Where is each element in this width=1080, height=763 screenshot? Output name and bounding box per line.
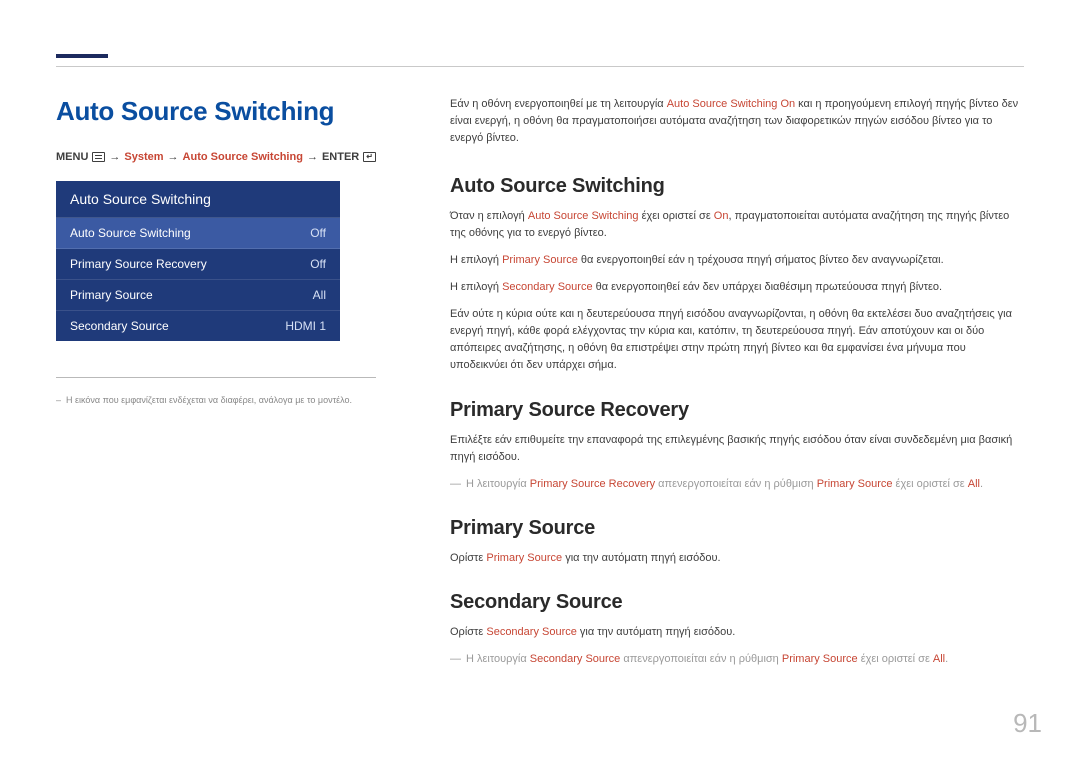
footnote-dash: –: [56, 394, 61, 408]
arrow-icon: →: [168, 151, 179, 163]
body-text: Η επιλογή Primary Source θα ενεργοποιηθε…: [450, 252, 1024, 269]
body-text: Όταν η επιλογή Auto Source Switching έχε…: [450, 208, 1024, 242]
body-text: Ορίστε Secondary Source για την αυτόματη…: [450, 624, 1024, 641]
note-text: ―Η λειτουργία Secondary Source απενεργοπ…: [450, 651, 1024, 668]
section-heading-recovery: Primary Source Recovery: [450, 399, 1024, 422]
content-column: Εάν η οθόνη ενεργοποιηθεί με τη λειτουργ…: [450, 96, 1024, 668]
body-text: Επιλέξτε εάν επιθυμείτε την επαναφορά τη…: [450, 432, 1024, 466]
footnote-block: – Η εικόνα που εμφανίζεται ενδέχεται να …: [56, 377, 376, 408]
page-number: 91: [1013, 708, 1042, 739]
settings-menu-row[interactable]: Secondary Source HDMI 1: [56, 311, 340, 341]
header-rule: [56, 66, 1024, 67]
breadcrumb-menu: MENU: [56, 151, 88, 163]
body-text: Η επιλογή Secondary Source θα ενεργοποιη…: [450, 279, 1024, 296]
breadcrumb-auto: Auto Source Switching: [183, 151, 303, 163]
arrow-icon: →: [307, 151, 318, 163]
header-marker: [56, 54, 108, 58]
body-text: Εάν ούτε η κύρια ούτε και η δευτερεύουσα…: [450, 306, 1024, 374]
left-column: Auto Source Switching MENU → System → Au…: [56, 96, 401, 408]
menu-icon: [92, 152, 105, 162]
settings-menu-row[interactable]: Auto Source Switching Off: [56, 218, 340, 249]
settings-menu: Auto Source Switching Auto Source Switch…: [56, 181, 340, 341]
intro-paragraph: Εάν η οθόνη ενεργοποιηθεί με τη λειτουργ…: [450, 96, 1024, 147]
settings-menu-row[interactable]: Primary Source Recovery Off: [56, 249, 340, 280]
page-title: Auto Source Switching: [56, 96, 401, 127]
settings-menu-header: Auto Source Switching: [56, 181, 340, 218]
breadcrumb-enter: ENTER: [322, 151, 359, 163]
enter-icon: [363, 152, 376, 162]
settings-menu-label: Secondary Source: [70, 319, 169, 333]
note-dash-icon: ―: [450, 651, 466, 668]
section-heading-secondary: Secondary Source: [450, 591, 1024, 614]
section-heading-auto: Auto Source Switching: [450, 175, 1024, 198]
settings-menu-value: All: [313, 288, 326, 302]
settings-menu-row[interactable]: Primary Source All: [56, 280, 340, 311]
settings-menu-label: Primary Source Recovery: [70, 257, 207, 271]
settings-menu-label: Primary Source: [70, 288, 153, 302]
settings-menu-value: Off: [310, 257, 326, 271]
note-text: ―Η λειτουργία Primary Source Recovery απ…: [450, 476, 1024, 493]
settings-menu-value: Off: [310, 226, 326, 240]
arrow-icon: →: [109, 151, 120, 163]
section-heading-primary: Primary Source: [450, 517, 1024, 540]
breadcrumb: MENU → System → Auto Source Switching → …: [56, 151, 401, 163]
footnote-text: Η εικόνα που εμφανίζεται ενδέχεται να δι…: [66, 394, 376, 408]
settings-menu-value: HDMI 1: [285, 319, 326, 333]
body-text: Ορίστε Primary Source για την αυτόματη π…: [450, 550, 1024, 567]
breadcrumb-system: System: [124, 151, 163, 163]
note-dash-icon: ―: [450, 476, 466, 493]
settings-menu-label: Auto Source Switching: [70, 226, 191, 240]
